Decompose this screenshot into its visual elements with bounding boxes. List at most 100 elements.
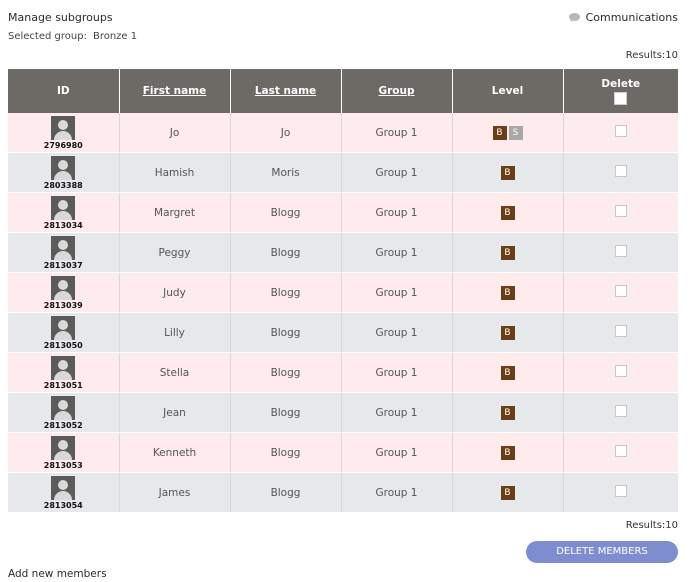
add-new-members-link[interactable]: Add new members bbox=[8, 568, 107, 580]
column-header-level-label: Level bbox=[491, 85, 524, 97]
first-name-cell: Margret bbox=[118, 192, 230, 233]
first-name-cell: Peggy bbox=[118, 232, 230, 273]
select-all-checkbox[interactable] bbox=[614, 91, 628, 105]
delete-cell bbox=[562, 392, 678, 433]
delete-cell bbox=[562, 312, 678, 353]
delete-cell bbox=[562, 192, 678, 233]
delete-cell bbox=[562, 152, 678, 193]
delete-checkbox[interactable] bbox=[614, 365, 627, 377]
level-cell: B bbox=[451, 392, 563, 433]
column-header-group[interactable]: Group bbox=[340, 69, 452, 113]
communications-label: Communications bbox=[585, 11, 678, 24]
user-avatar-icon bbox=[51, 195, 76, 220]
table-row: 2813051 Stella Blogg Group 1 B bbox=[8, 352, 678, 393]
level-cell: B bbox=[451, 312, 563, 353]
last-name-cell: Jo bbox=[229, 113, 341, 153]
member-id: 2813050 bbox=[43, 340, 83, 350]
level-badge-b: B bbox=[500, 405, 515, 420]
member-id: 2813034 bbox=[43, 220, 83, 230]
user-avatar-icon bbox=[51, 115, 76, 140]
group-cell: Group 1 bbox=[340, 472, 452, 513]
selected-group-label: Selected group: bbox=[8, 31, 87, 42]
user-avatar-icon bbox=[51, 275, 76, 300]
delete-checkbox[interactable] bbox=[614, 245, 627, 257]
first-name-cell: Jo bbox=[118, 113, 230, 153]
column-header-last-name[interactable]: Last name bbox=[229, 69, 341, 113]
level-cell: B bbox=[451, 232, 563, 273]
first-name-cell: Jean bbox=[118, 392, 230, 433]
delete-members-button[interactable]: DELETE MEMBERS bbox=[526, 541, 678, 563]
level-cell: B bbox=[451, 152, 563, 193]
level-badge-b: B bbox=[500, 365, 515, 380]
last-name-cell: Blogg bbox=[229, 432, 341, 473]
delete-checkbox[interactable] bbox=[614, 485, 627, 497]
id-cell: 2803388 bbox=[8, 152, 119, 193]
table-row: 2813050 Lilly Blogg Group 1 B bbox=[8, 312, 678, 353]
delete-cell bbox=[562, 232, 678, 273]
group-cell: Group 1 bbox=[340, 432, 452, 473]
level-cell: B bbox=[451, 472, 563, 513]
first-name-cell: Kenneth bbox=[118, 432, 230, 473]
id-cell: 2813052 bbox=[8, 392, 119, 433]
delete-cell bbox=[562, 472, 678, 513]
level-cell: B bbox=[451, 432, 563, 473]
last-name-cell: Blogg bbox=[229, 272, 341, 313]
level-cell: B bbox=[451, 272, 563, 313]
id-cell: 2796980 bbox=[8, 113, 119, 153]
members-table: ID First name Last name Group Level Dele… bbox=[8, 69, 678, 513]
delete-cell bbox=[562, 432, 678, 473]
id-cell: 2813050 bbox=[8, 312, 119, 353]
table-row: 2813054 James Blogg Group 1 B bbox=[8, 472, 678, 513]
level-badge-b: B bbox=[500, 245, 515, 260]
table-row: 2813034 Margret Blogg Group 1 B bbox=[8, 192, 678, 233]
level-badge-b: B bbox=[500, 445, 515, 460]
group-cell: Group 1 bbox=[340, 392, 452, 433]
table-row: 2813053 Kenneth Blogg Group 1 B bbox=[8, 432, 678, 473]
delete-checkbox[interactable] bbox=[614, 285, 627, 297]
member-id: 2803388 bbox=[43, 180, 83, 190]
column-header-last-name-label: Last name bbox=[254, 85, 317, 97]
column-header-first-name-label: First name bbox=[142, 85, 207, 97]
first-name-cell: Hamish bbox=[118, 152, 230, 193]
communications-link[interactable]: Communications bbox=[568, 11, 678, 24]
id-cell: 2813037 bbox=[8, 232, 119, 273]
last-name-cell: Blogg bbox=[229, 192, 341, 233]
last-name-cell: Blogg bbox=[229, 312, 341, 353]
level-cell: B bbox=[451, 192, 563, 233]
member-id: 2813054 bbox=[43, 500, 83, 510]
table-row: 2813039 Judy Blogg Group 1 B bbox=[8, 272, 678, 313]
level-badge-b: B bbox=[500, 205, 515, 220]
group-cell: Group 1 bbox=[340, 113, 452, 153]
delete-checkbox[interactable] bbox=[614, 405, 627, 417]
table-row: 2813052 Jean Blogg Group 1 B bbox=[8, 392, 678, 433]
column-header-level: Level bbox=[451, 69, 563, 113]
level-badge-b: B bbox=[500, 325, 515, 340]
table-row: 2813037 Peggy Blogg Group 1 B bbox=[8, 232, 678, 273]
level-badge-b: B bbox=[500, 485, 515, 500]
id-cell: 2813051 bbox=[8, 352, 119, 393]
first-name-cell: Lilly bbox=[118, 312, 230, 353]
last-name-cell: Blogg bbox=[229, 472, 341, 513]
user-avatar-icon bbox=[51, 355, 76, 380]
delete-checkbox[interactable] bbox=[614, 445, 627, 457]
delete-cell bbox=[562, 113, 678, 153]
user-avatar-icon bbox=[51, 435, 76, 460]
table-row: 2796980 Jo Jo Group 1 BS bbox=[8, 113, 678, 153]
delete-checkbox[interactable] bbox=[614, 125, 627, 137]
user-avatar-icon bbox=[51, 475, 76, 500]
member-id: 2813039 bbox=[43, 300, 83, 310]
user-avatar-icon bbox=[51, 395, 76, 420]
column-header-first-name[interactable]: First name bbox=[118, 69, 230, 113]
column-header-delete: Delete bbox=[562, 69, 678, 113]
page-title: Manage subgroups bbox=[8, 11, 113, 24]
delete-checkbox[interactable] bbox=[614, 205, 627, 217]
delete-checkbox[interactable] bbox=[614, 325, 627, 337]
delete-cell bbox=[562, 272, 678, 313]
selected-group-value: Bronze 1 bbox=[92, 31, 138, 42]
column-header-group-label: Group bbox=[378, 85, 415, 97]
id-cell: 2813039 bbox=[8, 272, 119, 313]
table-header-row: ID First name Last name Group Level Dele… bbox=[8, 69, 678, 113]
level-cell: BS bbox=[451, 113, 563, 153]
delete-checkbox[interactable] bbox=[614, 165, 627, 177]
last-name-cell: Blogg bbox=[229, 392, 341, 433]
